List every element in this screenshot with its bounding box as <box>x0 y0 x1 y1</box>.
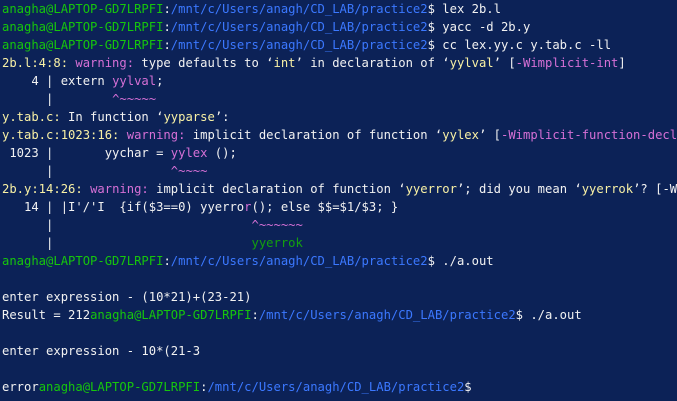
terminal-text-segment: y.tab.c:1023:16: <box>2 128 127 142</box>
terminal-text-segment: enter expression - 10*(21-3 <box>2 344 201 358</box>
terminal-line: | ^~~~~ <box>2 162 677 180</box>
terminal-line: y.tab.c:1023:16: warning: implicit decla… <box>2 126 677 144</box>
terminal-text-segment: ’? [-Wimplicit-function-declaration] <box>633 182 677 196</box>
terminal-text-segment: $ <box>464 380 472 394</box>
terminal-text-segment: /mnt/c/Users/anagh/CD_LAB/practice2 <box>170 2 428 16</box>
terminal-line: 2b.y:14:26: warning: implicit declaratio… <box>2 180 677 198</box>
terminal-line: y.tab.c: In function ‘yyparse’: <box>2 108 677 126</box>
terminal-text-segment: ’ in declaration of ‘ <box>295 56 450 70</box>
terminal-text-segment: warning: <box>90 182 157 196</box>
terminal-text-segment: Result = 212 <box>2 308 91 322</box>
terminal-text-segment: ] <box>618 56 626 70</box>
terminal-line: 14 | |I'/'I {if($3==0) yyerror(); else $… <box>2 198 677 216</box>
terminal-text-segment: In function ‘ <box>60 110 164 124</box>
terminal-line: 4 | extern yylval; <box>2 72 677 90</box>
terminal-text-segment: | <box>2 218 252 232</box>
terminal-text-segment: yyparse <box>163 110 215 124</box>
terminal-text-segment: ’ [ <box>478 128 501 142</box>
terminal-line: enter expression - 10*(21-3 <box>2 342 677 360</box>
terminal-line: enter expression - (10*21)+(23-21) <box>2 288 677 306</box>
terminal-text-segment: /mnt/c/Users/anagh/CD_LAB/practice2 <box>170 20 428 34</box>
terminal-text-segment: $ ./a.out <box>427 254 494 268</box>
terminal-text-segment: (); else $$=$1/$3; } <box>251 200 399 214</box>
terminal-text-segment: $ lex 2b.l <box>427 2 501 16</box>
terminal-text-segment: /mnt/c/Users/anagh/CD_LAB/practice2 <box>170 254 428 268</box>
terminal-text-segment: yyerrok <box>581 182 634 196</box>
terminal-text-segment: /mnt/c/Users/anagh/CD_LAB/practice2 <box>170 38 428 52</box>
terminal-text-segment: yylex <box>442 128 479 142</box>
terminal-line: anagha@LAPTOP-GD7LRPFI:/mnt/c/Users/anag… <box>2 18 677 36</box>
terminal-text-segment: : <box>163 254 171 268</box>
terminal-text-segment: ^~~~~~~ <box>251 218 303 232</box>
terminal-line: | ^~~~~~ <box>2 90 677 108</box>
terminal-line: 1023 | yychar = yylex (); <box>2 144 677 162</box>
terminal-line: | ^~~~~~~ <box>2 216 677 234</box>
terminal-text-segment: : <box>163 2 171 16</box>
terminal-text-segment: | <box>2 236 252 250</box>
terminal-text-segment: 1023 | yychar = <box>2 146 171 160</box>
terminal-text-segment: warning: <box>126 128 193 142</box>
terminal-text-segment: int <box>273 56 296 70</box>
terminal-text-segment: anagha@LAPTOP-GD7LRPFI <box>2 38 164 52</box>
terminal-line: Result = 212anagha@LAPTOP-GD7LRPFI:/mnt/… <box>2 306 677 324</box>
terminal-text-segment: $ ./a.out <box>515 308 582 322</box>
terminal-text-segment: type defaults to ‘ <box>141 56 274 70</box>
terminal-text-segment: implicit declaration of function ‘ <box>156 182 406 196</box>
terminal-text-segment: | <box>2 92 113 106</box>
terminal-text-segment: ^~~~~ <box>170 164 208 178</box>
terminal-text-segment: /mnt/c/Users/anagh/CD_LAB/practice2 <box>207 380 465 394</box>
terminal-line: | yyerrok <box>2 234 677 252</box>
terminal-text-segment: 14 | |I'/'I {if($3==0) yyerro <box>2 200 245 214</box>
terminal-text-segment: yylval <box>112 74 157 88</box>
terminal-text-segment: $ yacc -d 2b.y <box>427 20 531 34</box>
terminal-line: anagha@LAPTOP-GD7LRPFI:/mnt/c/Users/anag… <box>2 252 677 270</box>
terminal-text-segment: ’ [ <box>493 56 516 70</box>
terminal-text-segment: implicit declaration of function ‘ <box>192 128 443 142</box>
terminal-output[interactable]: anagha@LAPTOP-GD7LRPFI:/mnt/c/Users/anag… <box>0 0 677 401</box>
terminal-line: anagha@LAPTOP-GD7LRPFI:/mnt/c/Users/anag… <box>2 0 677 18</box>
terminal-text-segment: warning: <box>75 56 142 70</box>
terminal-text-segment: /mnt/c/Users/anagh/CD_LAB/practice2 <box>258 308 516 322</box>
terminal-text-segment: error <box>2 380 39 394</box>
terminal-text-segment: $ cc lex.yy.c y.tab.c -ll <box>427 38 612 52</box>
terminal-text-segment: anagha@LAPTOP-GD7LRPFI <box>2 254 164 268</box>
terminal-text-segment: 2b.l:4:8: <box>2 56 76 70</box>
terminal-text-segment: 2b.y:14:26: <box>2 182 91 196</box>
terminal-text-segment: -Wimplicit-function-declaration <box>500 128 677 142</box>
terminal-text-segment: enter expression - (10*21)+(23-21) <box>2 290 252 304</box>
terminal-text-segment: y.tab.c: <box>2 110 61 124</box>
terminal-text-segment: 4 | extern <box>2 74 113 88</box>
terminal-text-segment: ’; did you mean ‘ <box>456 182 582 196</box>
terminal-line: 2b.l:4:8: warning: type defaults to ‘int… <box>2 54 677 72</box>
terminal-text-segment: -Wimplicit-int <box>515 56 619 70</box>
terminal-text-segment: anagha@LAPTOP-GD7LRPFI <box>38 380 201 394</box>
terminal-text-segment: yyerrok <box>251 236 303 250</box>
terminal-text-segment: : <box>251 308 259 322</box>
terminal-text-segment: ; <box>156 74 164 88</box>
terminal-text-segment: : <box>163 38 171 52</box>
terminal-text-segment: anagha@LAPTOP-GD7LRPFI <box>2 20 164 34</box>
terminal-text-segment: anagha@LAPTOP-GD7LRPFI <box>2 2 164 16</box>
terminal-text-segment: yyerror <box>405 182 457 196</box>
terminal-line: erroranagha@LAPTOP-GD7LRPFI:/mnt/c/Users… <box>2 378 677 396</box>
terminal-text-segment: yylex <box>170 146 208 160</box>
terminal-text-segment: | <box>2 164 171 178</box>
terminal-line: anagha@LAPTOP-GD7LRPFI:/mnt/c/Users/anag… <box>2 36 677 54</box>
terminal-text-segment: (); <box>207 146 237 160</box>
terminal-text-segment: ’: <box>214 110 230 124</box>
terminal-text-segment: : <box>163 20 171 34</box>
terminal-text-segment: anagha@LAPTOP-GD7LRPFI <box>90 308 252 322</box>
terminal-text-segment: ^~~~~~ <box>112 92 157 106</box>
terminal-text-segment: yylval <box>449 56 494 70</box>
